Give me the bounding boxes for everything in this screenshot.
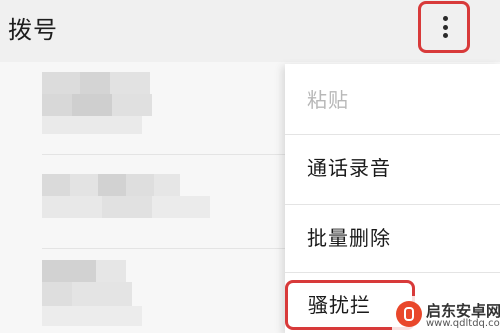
menu-item-label: 通话录音 xyxy=(307,156,391,180)
menu-item-label: 批量删除 xyxy=(307,226,391,250)
menu-item-call-recording[interactable]: 通话录音 xyxy=(285,140,500,198)
watermark-logo-icon xyxy=(396,301,422,327)
menu-item-paste[interactable]: 粘贴 xyxy=(285,72,500,130)
divider xyxy=(42,154,285,155)
watermark-url: www.qdltdq.com xyxy=(426,318,500,329)
watermark: 启东安卓网 www.qdltdq.com xyxy=(392,296,500,333)
menu-item-batch-delete[interactable]: 批量删除 xyxy=(285,210,500,268)
list-item[interactable] xyxy=(42,260,162,330)
divider xyxy=(285,134,500,135)
overflow-menu: 粘贴 通话录音 批量删除 骚扰拦 xyxy=(285,64,500,333)
more-vertical-icon xyxy=(443,16,448,38)
list-item[interactable] xyxy=(42,174,212,234)
page-title: 拨号 xyxy=(8,16,58,44)
divider xyxy=(285,272,500,273)
list-item[interactable] xyxy=(42,72,162,142)
divider xyxy=(42,248,285,249)
more-options-button[interactable] xyxy=(418,1,470,53)
divider xyxy=(285,204,500,205)
menu-item-label: 骚扰拦 xyxy=(308,293,371,317)
menu-item-label: 粘贴 xyxy=(307,88,349,112)
app-header: 拨号 xyxy=(0,0,500,62)
